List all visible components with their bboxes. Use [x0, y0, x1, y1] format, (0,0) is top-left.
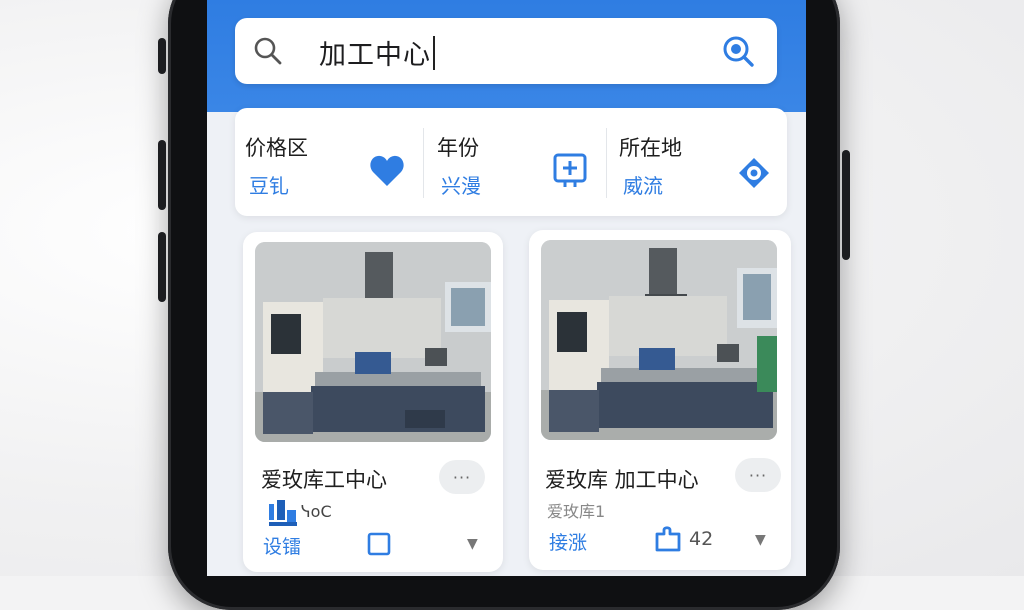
checkbox-icon[interactable]	[367, 532, 391, 556]
puzzle-icon	[655, 526, 681, 552]
cnc-machine-image	[541, 240, 777, 440]
product-card[interactable]: 爱玫库工中心 ··· ᓭoC 设镭 ▼	[243, 232, 503, 572]
phone-volume-down	[158, 232, 166, 302]
phone-volume-up	[158, 140, 166, 210]
product-action-link[interactable]: 接涨	[549, 528, 587, 555]
product-title: 爱玫库工中心	[261, 468, 387, 492]
filter-price[interactable]: 价格区 豆钆	[235, 108, 421, 216]
phone-side-button	[158, 38, 166, 74]
chevron-down-icon[interactable]: ▼	[467, 536, 478, 552]
product-card[interactable]: 爱玫库 加工中心 ··· 爱玫库1 接涨 42 ▼	[529, 230, 791, 570]
product-action-link[interactable]: 设镭	[263, 532, 301, 559]
cnc-machine-image	[255, 242, 491, 442]
filter-price-title: 价格区	[245, 136, 308, 160]
more-options-button[interactable]: ···	[735, 458, 781, 492]
product-photo[interactable]	[255, 242, 491, 442]
search-query-text: 加工中心	[319, 40, 431, 71]
filter-location[interactable]: 所在地 威流	[609, 108, 787, 216]
search-submit-button[interactable]	[717, 30, 759, 72]
brand-logo-icon	[269, 500, 297, 526]
search-input[interactable]: 加工中心	[319, 33, 435, 72]
product-brand-text: ᓭoC	[301, 502, 332, 521]
filter-year-value: 兴漫	[441, 174, 481, 198]
filter-price-value: 豆钆	[249, 174, 289, 198]
search-zoom-icon	[723, 36, 754, 67]
filter-panel: 价格区 豆钆 年份 兴漫 所在地 威流	[235, 108, 787, 216]
filter-location-title: 所在地	[619, 136, 682, 160]
filter-location-value: 威流	[623, 174, 663, 198]
chevron-down-icon[interactable]: ▼	[755, 532, 766, 548]
more-dots: ···	[748, 465, 768, 485]
product-count: 42	[689, 528, 714, 550]
search-icon	[254, 37, 282, 65]
filter-year-title: 年份	[437, 136, 479, 160]
location-target-icon	[739, 158, 769, 188]
search-bar[interactable]: 加工中心	[235, 18, 777, 84]
heart-icon	[370, 155, 404, 186]
text-caret	[433, 36, 435, 70]
product-photo[interactable]	[541, 240, 777, 440]
more-dots: ···	[452, 467, 472, 487]
app-screen: 加工中心 价格区 豆钆 年份 兴漫 所在地 威流 爱玫库工中心 ··· ᓭoC …	[207, 0, 806, 576]
more-options-button[interactable]: ···	[439, 460, 485, 494]
filter-divider	[606, 128, 607, 198]
filter-year[interactable]: 年份 兴漫	[427, 108, 603, 216]
calendar-plus-icon	[553, 153, 587, 187]
product-title: 爱玫库 加工中心	[545, 468, 699, 492]
product-subtitle: 爱玫库1	[547, 502, 606, 521]
filter-divider	[423, 128, 424, 198]
phone-power-button	[842, 150, 850, 260]
